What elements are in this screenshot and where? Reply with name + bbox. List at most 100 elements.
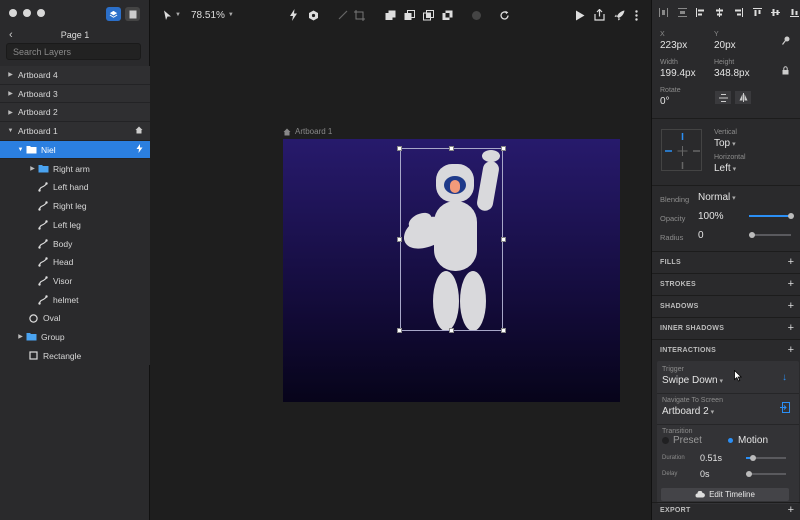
resize-handle[interactable] bbox=[397, 328, 402, 333]
zoom-window-button[interactable] bbox=[37, 9, 45, 17]
add-stroke-button[interactable]: + bbox=[788, 278, 794, 290]
boolean-difference[interactable] bbox=[442, 8, 453, 22]
edit-timeline-button[interactable]: Edit Timeline bbox=[661, 488, 789, 501]
crop-tool[interactable] bbox=[354, 8, 365, 22]
layer-oval[interactable]: Oval bbox=[0, 308, 150, 328]
horizontal-dropdown[interactable]: Left bbox=[714, 163, 736, 174]
caret-right-icon[interactable]: ▶ bbox=[6, 109, 15, 116]
flip-vertical-button[interactable] bbox=[715, 91, 731, 104]
align-top-icon[interactable] bbox=[752, 8, 762, 17]
add-export-button[interactable]: + bbox=[788, 504, 794, 516]
layer-visor[interactable]: Visor bbox=[0, 271, 150, 291]
resize-handle[interactable] bbox=[397, 146, 402, 151]
add-inner-shadow-button[interactable]: + bbox=[788, 322, 794, 334]
align-center-vertical-icon[interactable] bbox=[771, 8, 781, 17]
assets-panel-toggle[interactable] bbox=[125, 7, 140, 21]
delay-slider-track[interactable] bbox=[746, 473, 786, 475]
caret-down-icon[interactable]: ▼ bbox=[6, 128, 15, 134]
vertical-dropdown[interactable]: Top bbox=[714, 138, 736, 149]
delay-input[interactable]: 0s bbox=[700, 469, 710, 479]
distribute-horizontal-icon[interactable] bbox=[659, 8, 668, 17]
align-right-icon[interactable] bbox=[734, 8, 743, 17]
select-tool[interactable]: ▼ bbox=[163, 8, 181, 22]
motion-radio[interactable] bbox=[728, 438, 733, 443]
navigate-screen-icon[interactable] bbox=[780, 402, 791, 415]
resize-handle[interactable] bbox=[449, 146, 454, 151]
publish-button[interactable] bbox=[614, 8, 625, 22]
layer-artboard-2[interactable]: ▶ Artboard 2 bbox=[0, 103, 150, 123]
width-input[interactable]: 199.4px bbox=[660, 68, 696, 79]
preset-option[interactable]: Preset bbox=[673, 435, 702, 446]
minimize-window-button[interactable] bbox=[23, 9, 31, 17]
pin-icon[interactable] bbox=[782, 36, 790, 47]
resize-handle[interactable] bbox=[501, 328, 506, 333]
layers-panel-toggle[interactable] bbox=[106, 7, 121, 21]
motion-option[interactable]: Motion bbox=[738, 435, 768, 446]
radius-slider-track[interactable] bbox=[749, 234, 791, 236]
pen-tool[interactable] bbox=[338, 8, 349, 22]
duration-input[interactable]: 0.51s bbox=[700, 453, 722, 463]
distribute-vertical-icon[interactable] bbox=[677, 8, 687, 17]
layer-right-arm[interactable]: ▶ Right arm bbox=[0, 159, 150, 179]
caret-right-icon[interactable]: ▶ bbox=[6, 90, 15, 97]
refresh-button[interactable] bbox=[499, 8, 510, 22]
preview-button[interactable] bbox=[575, 8, 585, 22]
preset-radio[interactable] bbox=[662, 437, 669, 444]
delay-slider-knob[interactable] bbox=[746, 471, 752, 477]
boolean-subtract[interactable] bbox=[404, 8, 415, 22]
caret-right-icon[interactable]: ▶ bbox=[16, 333, 25, 340]
layer-rectangle[interactable]: Rectangle bbox=[0, 346, 150, 365]
layer-helmet[interactable]: helmet bbox=[0, 290, 150, 309]
opacity-input[interactable]: 100% bbox=[698, 211, 724, 222]
zoom-dropdown[interactable]: 78.51% ▼ bbox=[191, 8, 234, 22]
search-layers-input[interactable]: Search Layers bbox=[6, 43, 141, 60]
resize-handle[interactable] bbox=[501, 146, 506, 151]
radius-input[interactable]: 0 bbox=[698, 230, 704, 241]
align-left-icon[interactable] bbox=[696, 8, 705, 17]
caret-right-icon[interactable]: ▶ bbox=[28, 165, 37, 172]
flip-horizontal-button[interactable] bbox=[735, 91, 751, 104]
layer-left-leg[interactable]: Left leg bbox=[0, 215, 150, 235]
navigate-dropdown[interactable]: Artboard 2 bbox=[662, 406, 714, 417]
share-button[interactable] bbox=[594, 8, 605, 22]
boolean-union[interactable] bbox=[385, 8, 396, 22]
blending-dropdown[interactable]: Normal bbox=[698, 192, 736, 203]
constraints-widget[interactable] bbox=[661, 129, 702, 171]
trigger-dropdown[interactable]: Swipe Down bbox=[662, 375, 723, 386]
x-input[interactable]: 223px bbox=[660, 40, 687, 51]
page-selector[interactable]: ‹ Page 1 bbox=[0, 28, 150, 42]
layer-artboard-1[interactable]: ▼ Artboard 1 bbox=[0, 122, 150, 141]
lock-icon[interactable] bbox=[782, 66, 789, 77]
selection-box[interactable] bbox=[400, 148, 503, 331]
layer-head[interactable]: Head bbox=[0, 252, 150, 272]
height-input[interactable]: 348.8px bbox=[714, 68, 750, 79]
opacity-slider-knob[interactable] bbox=[788, 213, 794, 219]
more-menu-button[interactable] bbox=[635, 8, 638, 22]
artboard-label[interactable]: Artboard 1 bbox=[283, 127, 332, 136]
layer-group[interactable]: ▶ Group bbox=[0, 327, 150, 347]
component-tool[interactable] bbox=[308, 8, 319, 22]
boolean-intersect[interactable] bbox=[423, 8, 434, 22]
resize-handle[interactable] bbox=[397, 237, 402, 242]
layer-right-leg[interactable]: Right leg bbox=[0, 196, 150, 216]
mask-tool[interactable] bbox=[471, 8, 482, 22]
radius-slider-knob[interactable] bbox=[749, 232, 755, 238]
duration-slider-knob[interactable] bbox=[750, 455, 756, 461]
align-bottom-icon[interactable] bbox=[789, 8, 799, 17]
caret-right-icon[interactable]: ▶ bbox=[6, 71, 15, 78]
y-input[interactable]: 20px bbox=[714, 40, 736, 51]
rotate-input[interactable]: 0° bbox=[660, 96, 670, 107]
close-window-button[interactable] bbox=[9, 9, 17, 17]
lightning-tool[interactable] bbox=[289, 8, 298, 22]
resize-handle[interactable] bbox=[449, 328, 454, 333]
add-fill-button[interactable]: + bbox=[788, 256, 794, 268]
layer-artboard-4[interactable]: ▶ Artboard 4 bbox=[0, 66, 150, 85]
layer-left-hand[interactable]: Left hand bbox=[0, 178, 150, 197]
layer-body[interactable]: Body bbox=[0, 234, 150, 253]
caret-down-icon[interactable]: ▼ bbox=[16, 147, 25, 153]
chevron-left-icon[interactable]: ‹ bbox=[9, 29, 13, 41]
add-interaction-button[interactable]: + bbox=[788, 344, 794, 356]
align-center-horizontal-icon[interactable] bbox=[715, 8, 724, 17]
layer-artboard-3[interactable]: ▶ Artboard 3 bbox=[0, 84, 150, 104]
resize-handle[interactable] bbox=[501, 237, 506, 242]
